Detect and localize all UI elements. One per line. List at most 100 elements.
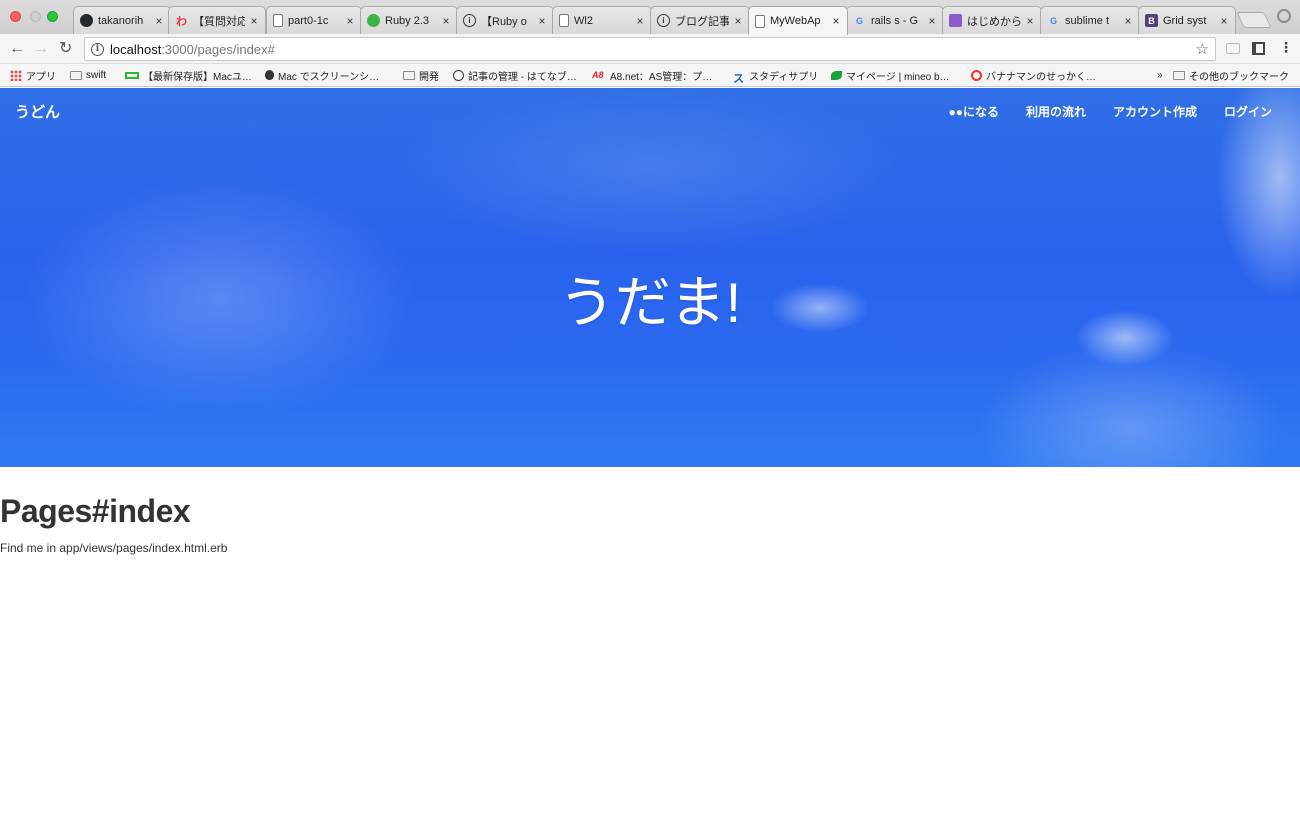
bookmark-label: 記事の管理 - はてなブ… <box>468 71 577 83</box>
bookmark-label: 【最新保存版】Macユ… <box>143 71 252 83</box>
tab-title: 【質問対応 <box>193 15 245 28</box>
nav-login[interactable]: ログイン <box>1224 103 1272 120</box>
hero-title: うだま! <box>558 271 742 334</box>
nav-create-account[interactable]: アカウント作成 <box>1113 103 1197 120</box>
bookmark-item[interactable]: A8 A8.net：AS管理：プ… <box>592 68 713 83</box>
close-tab-icon[interactable]: × <box>1123 14 1133 28</box>
close-tab-icon[interactable]: × <box>345 14 355 28</box>
info-site-icon <box>453 69 464 81</box>
close-tab-icon[interactable]: × <box>441 14 451 28</box>
browser-tab[interactable]: B Grid syst × <box>1138 6 1236 34</box>
browser-tab[interactable]: part0-1c × <box>266 6 362 34</box>
hero-banner: うどん ●●になる 利用の流れ アカウント作成 ログイン うだま! <box>0 88 1300 467</box>
top-navigation: ●●になる 利用の流れ アカウント作成 ログイン <box>948 103 1272 120</box>
close-tab-icon[interactable]: × <box>249 14 259 28</box>
a8-icon: A8 <box>592 69 604 80</box>
info-site-icon: i <box>463 14 476 27</box>
page-icon <box>273 14 283 27</box>
bookmark-folder-dev[interactable]: 開発 <box>403 68 439 83</box>
forward-arrow-icon[interactable]: → <box>33 40 49 58</box>
bookmarks-overflow-button[interactable]: » <box>1157 68 1163 82</box>
browser-tab[interactable]: はじめから × <box>942 6 1042 34</box>
minimize-window-button[interactable] <box>30 11 41 22</box>
close-tab-icon[interactable]: × <box>733 14 743 28</box>
close-tab-icon[interactable]: × <box>537 14 547 28</box>
bookmark-label: Mac でスクリーンシ… <box>278 71 380 83</box>
bookmark-label: その他のブックマーク <box>1189 71 1289 83</box>
browser-tab[interactable]: Ruby 2.3 × <box>360 6 458 34</box>
bookmark-label: アプリ <box>26 71 56 83</box>
browser-tab[interactable]: takanorih × <box>73 6 171 34</box>
folder-icon <box>1173 70 1185 80</box>
tab-title: ブログ記事 <box>675 15 729 28</box>
apple-icon <box>265 70 274 80</box>
browser-tab-strip: takanorih × わ 【質問対応 × part0-1c × Ruby 2.… <box>0 0 1300 35</box>
close-window-button[interactable] <box>10 11 21 22</box>
page-description: Find me in app/views/pages/index.html.er… <box>0 541 228 555</box>
banana-icon <box>971 69 982 81</box>
bookmark-green-icon <box>125 71 139 79</box>
bookmark-item[interactable]: バナナマンのせっかく… <box>971 68 1096 83</box>
google-icon: G <box>855 15 863 26</box>
tab-title: Grid syst <box>1163 14 1207 27</box>
close-tab-icon[interactable]: × <box>154 14 164 28</box>
profile-icon[interactable] <box>1277 9 1291 23</box>
tab-title: sublime t <box>1065 14 1110 27</box>
folder-icon <box>403 70 415 80</box>
info-site-icon: i <box>657 14 670 27</box>
bookmark-label: swift <box>86 69 106 81</box>
apps-grid-icon <box>10 69 22 81</box>
browser-tab[interactable]: i 【Ruby o × <box>456 6 554 34</box>
site-info-icon[interactable]: i <box>91 42 104 56</box>
close-tab-icon[interactable]: × <box>1025 14 1035 28</box>
browser-tab-active[interactable]: MyWebAp × <box>748 6 848 35</box>
close-tab-icon[interactable]: × <box>927 14 937 28</box>
github-icon <box>80 14 93 27</box>
reload-icon[interactable]: ↻ <box>59 40 72 58</box>
bookmark-item[interactable]: マイページ | mineo b… <box>831 68 950 83</box>
browser-toolbar: ← → ↻ i localhost:3000/pages/index# ☆ ⋮ <box>0 34 1300 64</box>
bootstrap-icon: B <box>1145 14 1158 27</box>
site-icon <box>949 14 962 27</box>
cast-icon[interactable] <box>1226 43 1240 54</box>
tab-title: Ruby 2.3 <box>385 14 430 27</box>
tab-title: rails s - G <box>871 14 919 27</box>
bookmark-apps[interactable]: アプリ <box>10 68 56 83</box>
tab-title: MyWebAp <box>770 15 821 27</box>
other-bookmarks-folder[interactable]: その他のブックマーク <box>1173 68 1289 83</box>
menu-kebab-icon[interactable]: ⋮ <box>1279 39 1293 56</box>
browser-tab[interactable]: Wl2 × <box>552 6 652 34</box>
bookmark-item[interactable]: 【最新保存版】Macユ… <box>125 68 252 83</box>
bookmark-item[interactable]: Mac でスクリーンシ… <box>265 68 380 83</box>
close-tab-icon[interactable]: × <box>831 14 841 28</box>
browser-tab[interactable]: わ 【質問対応 × <box>168 6 266 34</box>
back-arrow-icon[interactable]: ← <box>9 40 25 58</box>
bookmark-item[interactable]: ス スタディサプリ <box>733 68 819 85</box>
overflow-chevron-icon: » <box>1157 69 1163 81</box>
nav-how-it-works[interactable]: 利用の流れ <box>1026 103 1086 120</box>
bookmark-label: スタディサプリ <box>749 71 819 83</box>
tab-title: takanorih <box>98 14 144 27</box>
mineo-icon <box>831 70 842 80</box>
brand-link[interactable]: うどん <box>15 101 60 122</box>
browser-tab[interactable]: i ブログ記事 × <box>650 6 750 34</box>
browser-tab[interactable]: G rails s - G × <box>846 6 944 34</box>
extension-panel-icon[interactable] <box>1252 42 1265 55</box>
tab-title: はじめから <box>967 15 1021 28</box>
address-bar[interactable]: i localhost:3000/pages/index# ☆ <box>84 37 1216 61</box>
bookmark-folder-swift[interactable]: swift <box>70 68 106 82</box>
browser-tab[interactable]: G sublime t × <box>1040 6 1140 34</box>
hatena-icon: わ <box>176 15 187 28</box>
close-tab-icon[interactable]: × <box>635 14 645 28</box>
url-path: :3000/pages/index# <box>161 41 275 57</box>
bookmark-item[interactable]: 記事の管理 - はてなブ… <box>453 68 577 83</box>
url-host: localhost <box>110 41 162 57</box>
bookmark-label: マイページ | mineo b… <box>846 71 950 83</box>
close-tab-icon[interactable]: × <box>1219 14 1229 28</box>
zoom-window-button[interactable] <box>47 11 58 22</box>
new-tab-button[interactable] <box>1236 12 1272 28</box>
tab-title: Wl2 <box>574 14 593 27</box>
bookmark-label: A8.net：AS管理：プ… <box>610 71 713 83</box>
nav-become[interactable]: ●●になる <box>948 103 999 120</box>
bookmark-star-icon[interactable]: ☆ <box>1196 40 1209 58</box>
